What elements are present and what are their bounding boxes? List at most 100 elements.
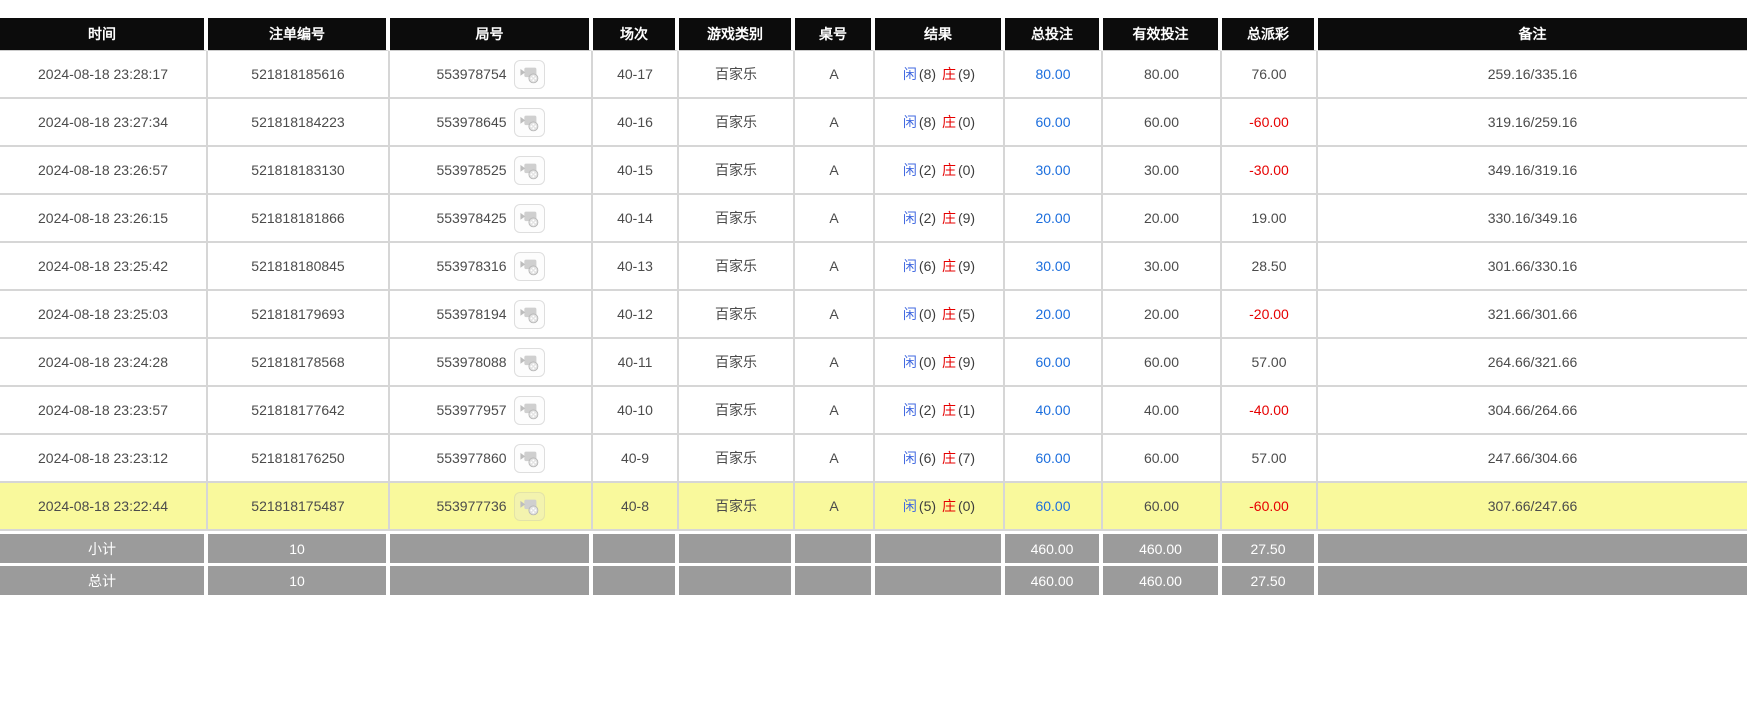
table-header-row: 时间注单编号局号场次游戏类别桌号结果总投注有效投注总派彩备注 [0,18,1747,51]
video-replay-button[interactable] [514,60,545,89]
cell-bet-id: 521818178568 [208,339,390,387]
table-number: A [829,258,838,274]
cell-bet-id: 521818185616 [208,51,390,99]
remark-value: 349.16/319.16 [1488,162,1578,178]
bet-id: 521818183130 [251,162,344,178]
result-player-label: 闲 [903,162,917,178]
bet-time: 2024-08-18 23:24:28 [38,354,168,370]
cell-remark: 259.16/335.16 [1318,51,1747,99]
total-bet-link[interactable]: 20.00 [1035,306,1070,322]
session-number: 40-13 [617,258,653,274]
col-header-payout: 总派彩 [1222,18,1318,51]
valid-bet-value: 30.00 [1144,162,1179,178]
cell-session: 40-16 [593,99,679,147]
cell-table-no: A [795,99,875,147]
round-id: 553978088 [436,354,506,370]
video-replay-button[interactable] [514,156,545,185]
video-replay-icon [519,209,540,228]
cell-bet-id: 521818175487 [208,483,390,531]
cell-valid-bet: 30.00 [1103,243,1222,291]
total-bet-link[interactable]: 80.00 [1035,66,1070,82]
col-header-remark: 备注 [1318,18,1747,51]
game-type: 百家乐 [715,66,757,82]
cell-remark: 349.16/319.16 [1318,147,1747,195]
cell-time: 2024-08-18 23:27:34 [0,99,208,147]
video-replay-button[interactable] [514,348,545,377]
session-number: 40-14 [617,210,653,226]
cell-total-bet: 20.00 [1005,195,1103,243]
payout-value: -20.00 [1249,306,1289,322]
result-banker-label: 庄 [942,306,956,322]
bet-time: 2024-08-18 23:26:15 [38,210,168,226]
cell-session: 40-15 [593,147,679,195]
result-player-score: (8) [919,66,936,82]
total-bet-link[interactable]: 20.00 [1035,210,1070,226]
cell-bet-id: 521818181866 [208,195,390,243]
result-player-score: (2) [919,162,936,178]
video-replay-button[interactable] [514,204,545,233]
game-type: 百家乐 [715,258,757,274]
total-bet-link[interactable]: 60.00 [1035,114,1070,130]
game-type: 百家乐 [715,306,757,322]
cell-session: 40-11 [593,339,679,387]
cell-round-id: 553977736 [390,483,593,531]
summary-label-cell: 小计 [0,531,208,563]
cell-valid-bet: 80.00 [1103,51,1222,99]
video-replay-button[interactable] [514,252,545,281]
video-replay-button[interactable] [514,396,545,425]
cell-remark: 304.66/264.66 [1318,387,1747,435]
video-replay-button[interactable] [514,108,545,137]
result-player-label: 闲 [903,306,917,322]
session-number: 40-11 [618,354,653,370]
total-bet-link[interactable]: 40.00 [1035,402,1070,418]
cell-result: 闲(2) 庄(1) [875,387,1005,435]
payout-value: -30.00 [1249,162,1289,178]
video-replay-button[interactable] [514,300,545,329]
total-bet-link[interactable]: 60.00 [1035,450,1070,466]
cell-total-bet: 60.00 [1005,483,1103,531]
cell-result: 闲(8) 庄(9) [875,51,1005,99]
session-number: 40-16 [617,114,653,130]
total-bet-link[interactable]: 30.00 [1035,258,1070,274]
cell-bet-id: 521818184223 [208,99,390,147]
table-row: 2024-08-18 23:25:03 521818179693 5539781… [0,291,1747,339]
round-id: 553977957 [436,402,506,418]
summary-valid-bet: 460.00 [1139,541,1182,557]
cell-payout: 57.00 [1222,435,1318,483]
table-row: 2024-08-18 23:22:44 521818175487 5539777… [0,483,1747,531]
round-id: 553978425 [436,210,506,226]
total-bet-link[interactable]: 60.00 [1035,498,1070,514]
cell-table-no: A [795,147,875,195]
game-type: 百家乐 [715,162,757,178]
video-replay-button[interactable] [514,492,545,521]
summary-label: 总计 [88,573,116,589]
bet-id: 521818179693 [251,306,344,322]
round-id: 553978645 [436,114,506,130]
game-type: 百家乐 [715,354,757,370]
cell-table-no: A [795,195,875,243]
result-banker-score: (5) [958,306,975,322]
result-banker-label: 庄 [942,354,956,370]
col-header-result: 结果 [875,18,1005,51]
cell-valid-bet: 30.00 [1103,147,1222,195]
result-banker-label: 庄 [942,402,956,418]
result-banker-score: (9) [958,210,975,226]
cell-bet-id: 521818179693 [208,291,390,339]
summary-count: 10 [289,541,305,557]
remark-value: 259.16/335.16 [1488,66,1578,82]
table-number: A [829,66,838,82]
cell-round-id: 553978194 [390,291,593,339]
video-replay-button[interactable] [514,444,545,473]
total-bet-link[interactable]: 30.00 [1035,162,1070,178]
table-number: A [829,306,838,322]
cell-payout: 57.00 [1222,339,1318,387]
cell-game-type: 百家乐 [679,195,795,243]
cell-game-type: 百家乐 [679,243,795,291]
result-banker-label: 庄 [942,450,956,466]
game-type: 百家乐 [715,114,757,130]
total-bet-link[interactable]: 60.00 [1035,354,1070,370]
table-number: A [829,498,838,514]
cell-table-no: A [795,483,875,531]
cell-valid-bet: 60.00 [1103,339,1222,387]
bet-time: 2024-08-18 23:27:34 [38,114,168,130]
